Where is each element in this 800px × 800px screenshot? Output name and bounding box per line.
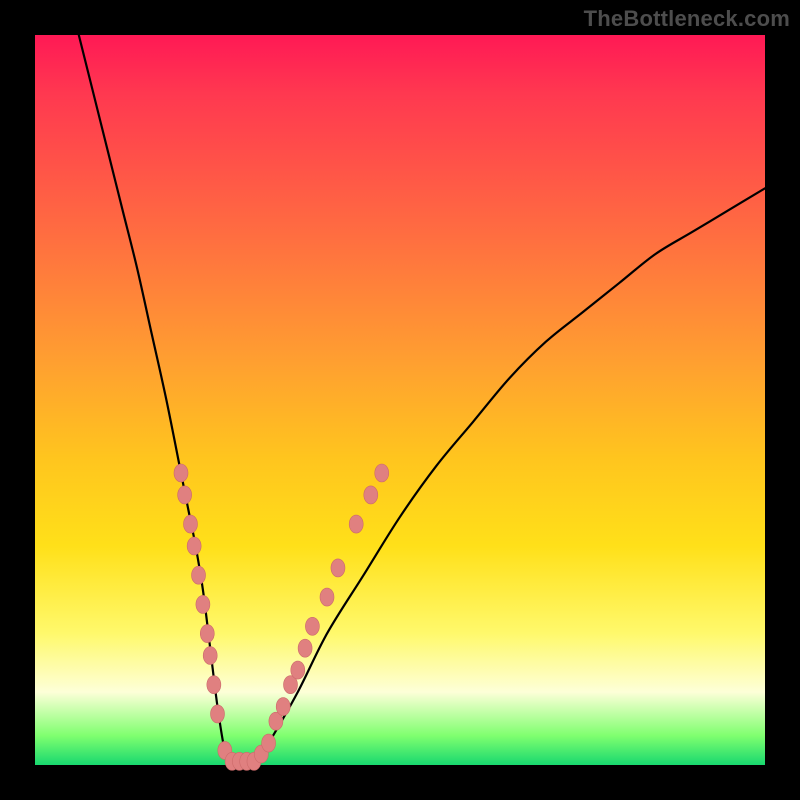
data-marker: [291, 661, 305, 679]
data-marker: [305, 617, 319, 635]
data-marker: [349, 515, 363, 533]
data-marker: [183, 515, 197, 533]
data-marker: [320, 588, 334, 606]
watermark-text: TheBottleneck.com: [584, 6, 790, 32]
data-marker: [331, 559, 345, 577]
data-marker: [298, 639, 312, 657]
data-marker: [196, 595, 210, 613]
data-marker: [174, 464, 188, 482]
data-marker: [207, 676, 221, 694]
data-marker: [276, 698, 290, 716]
data-marker: [200, 625, 214, 643]
data-marker: [262, 734, 276, 752]
data-marker: [187, 537, 201, 555]
curve-layer: [35, 35, 765, 765]
data-marker: [211, 705, 225, 723]
data-marker: [375, 464, 389, 482]
plot-area: [35, 35, 765, 765]
bottleneck-curve: [79, 35, 765, 767]
chart-frame: TheBottleneck.com: [0, 0, 800, 800]
data-marker: [178, 486, 192, 504]
data-marker: [203, 647, 217, 665]
data-marker: [192, 566, 206, 584]
data-marker: [364, 486, 378, 504]
